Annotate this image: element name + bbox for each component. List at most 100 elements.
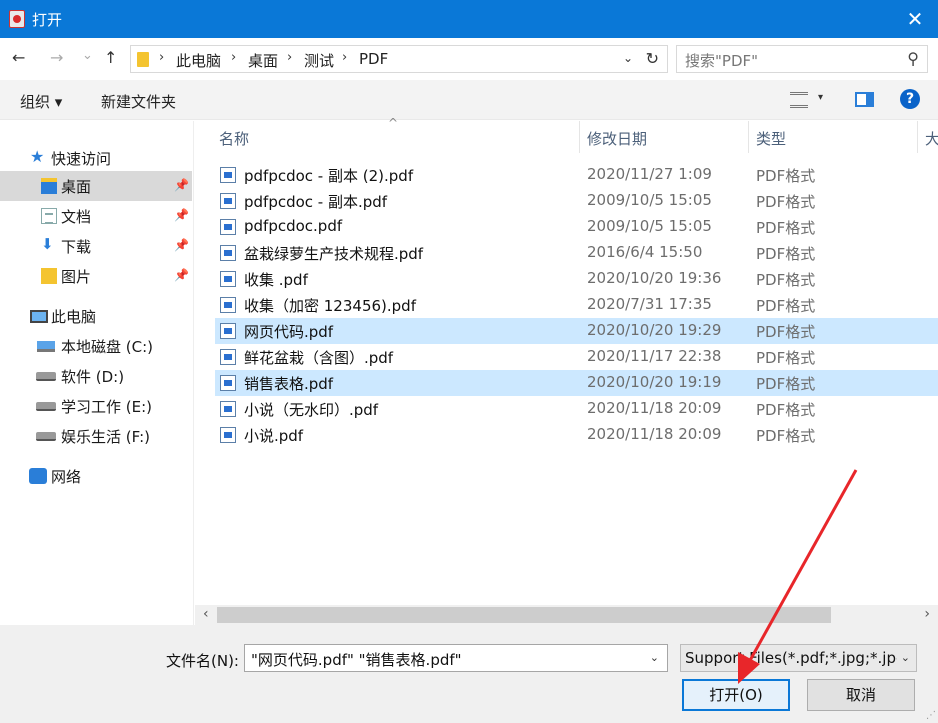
- column-header-date[interactable]: 修改日期: [587, 128, 647, 149]
- filename-label: 文件名(N):: [166, 652, 239, 670]
- address-dropdown-icon[interactable]: ⌄: [623, 51, 633, 65]
- recent-locations-chevron-icon[interactable]: ⌄: [82, 48, 93, 63]
- column-header-size[interactable]: 大: [925, 128, 938, 149]
- file-row[interactable]: 收集 .pdf 2020/10/20 19:36 PDF格式: [215, 266, 938, 292]
- filename-field[interactable]: "网页代码.pdf" "销售表格.pdf" ⌄: [244, 644, 668, 672]
- file-row[interactable]: 收集（加密 123456).pdf 2020/7/31 17:35 PDF格式: [215, 292, 938, 318]
- file-name: 小说.pdf: [244, 427, 304, 445]
- title-bar: 打开 ✕: [0, 0, 938, 38]
- column-divider[interactable]: [748, 121, 749, 153]
- open-button[interactable]: 打开(O): [682, 679, 790, 711]
- horizontal-scrollbar[interactable]: ‹ ›: [195, 605, 938, 625]
- back-arrow-icon[interactable]: ←: [12, 48, 25, 67]
- new-folder-button[interactable]: 新建文件夹: [101, 91, 176, 112]
- file-name: 网页代码.pdf: [244, 323, 334, 341]
- sidebar-item-label: 桌面: [61, 178, 92, 196]
- view-options-caret-icon[interactable]: ▾: [818, 92, 823, 103]
- sidebar-item-local-disk-c[interactable]: 本地磁盘 (C:): [0, 331, 192, 361]
- breadcrumb-pdf[interactable]: PDF: [359, 50, 388, 68]
- pin-icon[interactable]: 📌: [174, 208, 189, 222]
- search-placeholder: 搜索"PDF": [685, 52, 759, 70]
- file-row-selected[interactable]: 销售表格.pdf 2020/10/20 19:19 PDF格式: [215, 370, 938, 396]
- pdf-file-icon: [220, 193, 236, 209]
- breadcrumb-this-pc[interactable]: 此电脑: [176, 50, 221, 71]
- scrollbar-thumb[interactable]: [217, 607, 831, 623]
- file-row[interactable]: 小说（无水印）.pdf 2020/11/18 20:09 PDF格式: [215, 396, 938, 422]
- file-row[interactable]: pdfpcdoc - 副本 (2).pdf 2020/11/27 1:09 PD…: [215, 162, 938, 188]
- sidebar-item-drive-e[interactable]: 学习工作 (E:): [0, 391, 192, 421]
- file-date: 2020/10/20 19:36: [587, 269, 722, 287]
- cancel-button[interactable]: 取消: [807, 679, 915, 711]
- scroll-left-icon[interactable]: ‹: [203, 606, 209, 622]
- sidebar-item-this-pc[interactable]: 此电脑: [0, 301, 192, 331]
- dialog-footer: 文件名(N): "网页代码.pdf" "销售表格.pdf" ⌄ Support …: [0, 625, 938, 723]
- sidebar-item-label: 图片: [61, 268, 92, 286]
- file-name: 收集（加密 123456).pdf: [244, 297, 416, 315]
- file-type: PDF格式: [756, 427, 816, 445]
- column-header-type[interactable]: 类型: [756, 128, 786, 149]
- sidebar-item-quick-access[interactable]: 快速访问: [0, 143, 192, 173]
- sidebar-item-downloads[interactable]: 下载 📌: [0, 231, 192, 261]
- file-row[interactable]: 盆栽绿萝生产技术规程.pdf 2016/6/4 15:50 PDF格式: [215, 240, 938, 266]
- star-icon: [30, 147, 46, 166]
- file-type: PDF格式: [756, 323, 816, 341]
- up-arrow-icon[interactable]: ↑: [104, 48, 117, 67]
- breadcrumb-desktop[interactable]: 桌面: [248, 50, 278, 71]
- pdf-file-icon: [220, 245, 236, 261]
- file-date: 2016/6/4 15:50: [587, 243, 703, 261]
- column-divider[interactable]: [917, 121, 918, 153]
- sidebar-item-label: 软件 (D:): [61, 368, 125, 386]
- pdf-file-icon: [220, 271, 236, 287]
- pdf-file-icon: [220, 219, 236, 235]
- file-row[interactable]: pdfpcdoc.pdf 2009/10/5 15:05 PDF格式: [215, 214, 938, 240]
- sidebar-item-label: 快速访问: [51, 150, 112, 168]
- sidebar-item-drive-d[interactable]: 软件 (D:): [0, 361, 192, 391]
- pin-icon[interactable]: 📌: [174, 178, 189, 192]
- file-row[interactable]: 小说.pdf 2020/11/18 20:09 PDF格式: [215, 422, 938, 448]
- search-icon[interactable]: ⚲: [907, 49, 919, 68]
- preview-pane-icon[interactable]: [855, 92, 874, 107]
- scroll-right-icon[interactable]: ›: [924, 606, 930, 622]
- sidebar-item-network[interactable]: 网络: [0, 461, 192, 491]
- resize-grip-icon[interactable]: ⋰: [926, 710, 936, 721]
- drive-icon: [36, 432, 56, 441]
- close-button[interactable]: ✕: [892, 0, 938, 38]
- help-icon[interactable]: ?: [900, 89, 920, 109]
- file-row[interactable]: pdfpcdoc - 副本.pdf 2009/10/5 15:05 PDF格式: [215, 188, 938, 214]
- sidebar-item-drive-f[interactable]: 娱乐生活 (F:): [0, 421, 192, 451]
- file-type: PDF格式: [756, 375, 816, 393]
- breadcrumb-separator[interactable]: ›: [159, 50, 164, 65]
- chevron-down-icon[interactable]: ⌄: [650, 651, 659, 664]
- file-type-select[interactable]: Support Files(*.pdf;*.jpg;*.jpe ⌄: [680, 644, 917, 672]
- column-header-name[interactable]: 名称: [219, 128, 249, 149]
- pin-icon[interactable]: 📌: [174, 268, 189, 282]
- breadcrumb[interactable]: › 此电脑 › 桌面 › 测试 › PDF ⌄ ↻: [130, 45, 668, 73]
- forward-arrow-icon[interactable]: →: [50, 48, 63, 67]
- file-date: 2020/11/18 20:09: [587, 425, 722, 443]
- pdf-file-icon: [220, 401, 236, 417]
- chevron-down-icon[interactable]: ⌄: [901, 651, 910, 664]
- view-options-icon[interactable]: [790, 92, 808, 108]
- desktop-folder-icon: [41, 178, 57, 194]
- breadcrumb-test[interactable]: 测试: [304, 50, 334, 71]
- sidebar-item-label: 网络: [51, 468, 82, 486]
- search-input[interactable]: 搜索"PDF" ⚲: [676, 45, 928, 73]
- sidebar-item-pictures[interactable]: 图片 📌: [0, 261, 192, 291]
- refresh-icon[interactable]: ↻: [646, 49, 659, 68]
- column-divider[interactable]: [579, 121, 580, 153]
- file-date: 2020/10/20 19:19: [587, 373, 722, 391]
- breadcrumb-separator[interactable]: ›: [287, 50, 292, 65]
- sidebar-item-desktop[interactable]: 桌面 📌: [0, 171, 192, 201]
- breadcrumb-separator[interactable]: ›: [231, 50, 236, 65]
- pin-icon[interactable]: 📌: [174, 238, 189, 252]
- organize-button[interactable]: 组织 ▾: [20, 91, 62, 112]
- sidebar-item-label: 下载: [61, 238, 92, 256]
- breadcrumb-separator[interactable]: ›: [342, 50, 347, 65]
- file-row[interactable]: 鲜花盆栽（含图）.pdf 2020/11/17 22:38 PDF格式: [215, 344, 938, 370]
- command-toolbar: 组织 ▾ 新建文件夹 ▾ ?: [0, 80, 938, 120]
- file-row-selected[interactable]: 网页代码.pdf 2020/10/20 19:29 PDF格式: [215, 318, 938, 344]
- file-name: pdfpcdoc.pdf: [244, 217, 343, 235]
- downloads-icon: [41, 235, 57, 254]
- pdf-file-icon: [220, 323, 236, 339]
- sidebar-item-documents[interactable]: 文档 📌: [0, 201, 192, 231]
